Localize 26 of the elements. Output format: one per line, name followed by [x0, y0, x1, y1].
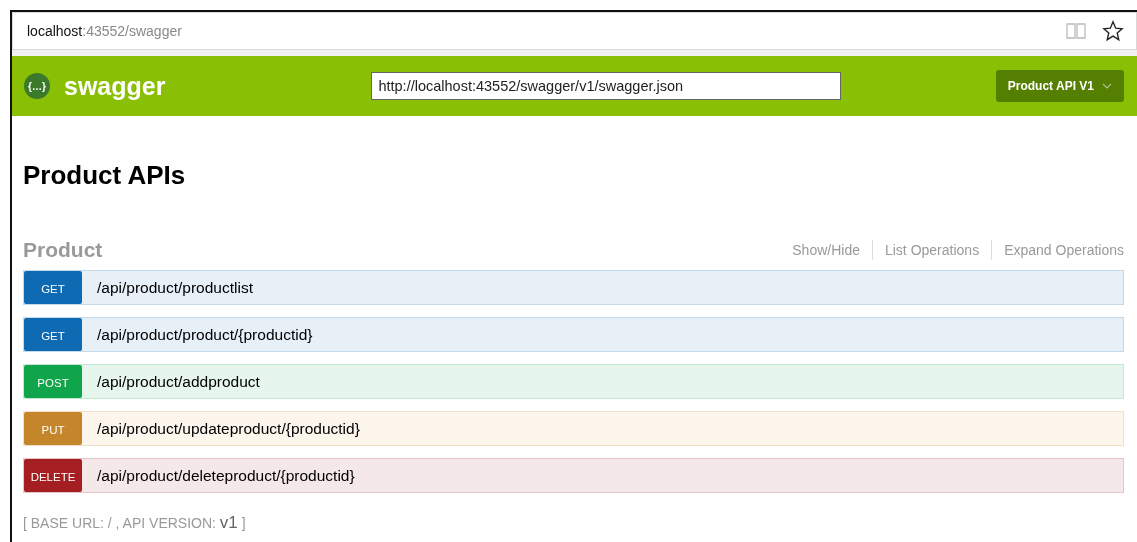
- method-badge: POST: [24, 365, 82, 398]
- url-text: localhost:43552/swagger: [27, 23, 183, 39]
- method-badge: GET: [24, 271, 82, 304]
- operation-row[interactable]: DELETE /api/product/deleteproduct/{productid}: [23, 458, 1124, 493]
- spec-url-field[interactable]: http://localhost:43552/swagger/v1/swagger.json: [371, 72, 842, 100]
- address-bar[interactable]: localhost:43552/swagger: [12, 12, 1137, 50]
- chevron-down-icon: [1102, 83, 1112, 89]
- operation-row[interactable]: GET /api/product/productlist: [23, 270, 1124, 305]
- operation-path[interactable]: /api/product/product/{productid}: [97, 325, 313, 344]
- operation-path[interactable]: /api/product/addproduct: [97, 372, 260, 391]
- operation-row[interactable]: PUT /api/product/updateproduct/{productid}: [23, 411, 1124, 446]
- method-badge: GET: [24, 318, 82, 351]
- operation-row[interactable]: POST /api/product/addproduct: [23, 364, 1124, 399]
- method-badge: PUT: [24, 412, 82, 445]
- swagger-logo: {…}: [24, 73, 50, 99]
- method-badge: DELETE: [24, 459, 82, 492]
- operation-row[interactable]: GET /api/product/product/{productid}: [23, 317, 1124, 352]
- resource-name: Product: [23, 238, 103, 262]
- api-select[interactable]: Product API V1: [995, 70, 1124, 102]
- operation-path[interactable]: /api/product/updateproduct/{productid}: [97, 419, 360, 438]
- operation-path[interactable]: /api/product/deleteproduct/{productid}: [97, 466, 355, 485]
- operation-path[interactable]: /api/product/productlist: [97, 278, 253, 297]
- page-title: Product APIs: [23, 160, 187, 191]
- star-icon[interactable]: [1102, 20, 1124, 42]
- api-info-text: [ BASE URL: / , API VERSION: v1 ]: [23, 513, 247, 533]
- brand-name: swagger: [64, 71, 166, 101]
